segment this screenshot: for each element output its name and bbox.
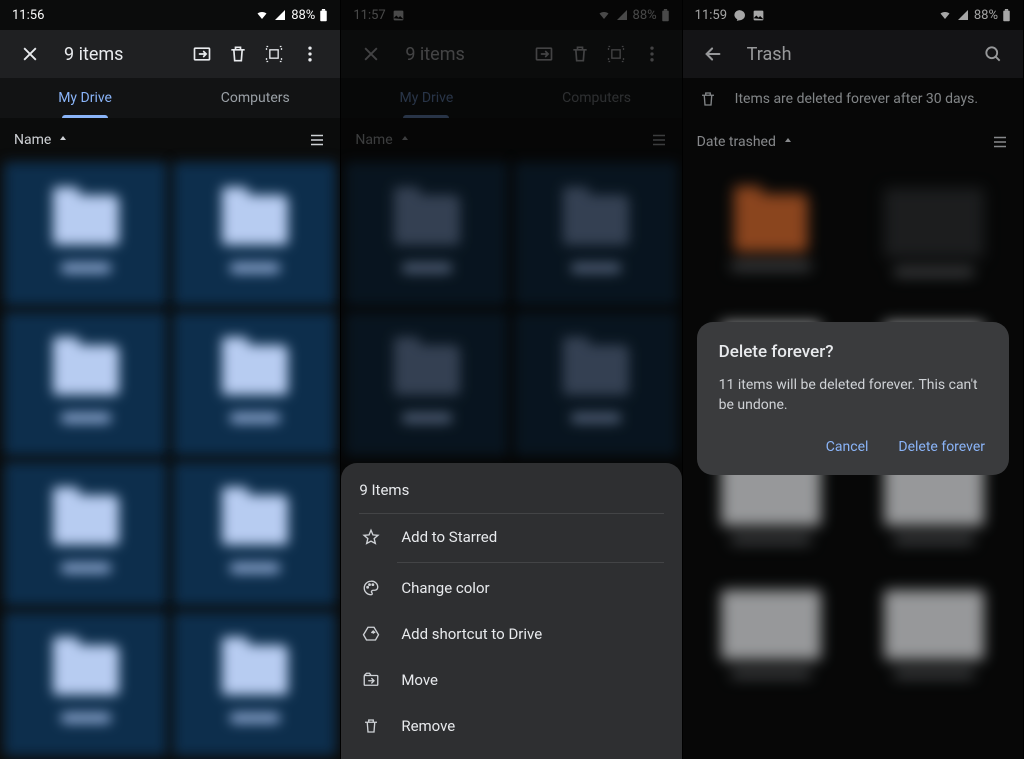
battery-icon	[319, 9, 328, 22]
folder-card[interactable]	[173, 162, 336, 306]
folder-card[interactable]	[345, 312, 508, 456]
folder-icon	[53, 195, 119, 245]
folder-card[interactable]	[4, 312, 167, 456]
divider	[397, 562, 663, 563]
folder-card[interactable]	[173, 612, 336, 756]
dialog-title: Delete forever?	[719, 342, 987, 362]
move-icon	[361, 671, 381, 689]
clock-text: 11:57	[353, 8, 385, 23]
sort-label: Name	[14, 132, 51, 148]
folder-card[interactable]	[173, 462, 336, 606]
folder-icon	[394, 345, 460, 395]
dialog-body: 11 items will be deleted forever. This c…	[719, 376, 987, 415]
wifi-icon	[597, 9, 611, 21]
file-grid	[0, 162, 340, 756]
arrow-up-icon	[57, 134, 69, 146]
folder-card[interactable]	[4, 612, 167, 756]
folder-icon	[563, 195, 629, 245]
folder-card[interactable]	[4, 162, 167, 306]
folder-icon	[563, 345, 629, 395]
sheet-move[interactable]: Move	[359, 657, 663, 703]
tab-my-drive[interactable]: My Drive	[0, 78, 170, 118]
delete-forever-dialog: Delete forever? 11 items will be deleted…	[697, 322, 1009, 475]
trash-icon	[361, 717, 381, 735]
folder-card[interactable]	[345, 162, 508, 306]
tab-computers[interactable]: Computers	[170, 78, 340, 118]
app-bar: 9 items	[341, 30, 681, 78]
sheet-add-starred[interactable]: Add to Starred	[359, 514, 663, 560]
battery-icon	[661, 9, 670, 22]
selection-count: 9 items	[64, 44, 184, 65]
tabs: My Drive Computers	[0, 78, 340, 118]
folder-icon	[222, 345, 288, 395]
sheet-item-label: Remove	[401, 717, 455, 735]
view-toggle[interactable]	[308, 131, 326, 149]
sort-bar: Name	[341, 118, 681, 162]
move-to-button[interactable]	[184, 36, 220, 72]
signal-icon	[615, 9, 629, 21]
folder-card[interactable]	[4, 462, 167, 606]
sheet-add-shortcut[interactable]: Add shortcut to Drive	[359, 611, 663, 657]
tab-computers[interactable]: Computers	[512, 78, 682, 118]
folder-card[interactable]	[514, 162, 677, 306]
battery-text: 88%	[633, 8, 657, 23]
close-button[interactable]	[353, 36, 389, 72]
folder-card[interactable]	[173, 312, 336, 456]
folder-icon	[53, 645, 119, 695]
more-button[interactable]	[292, 36, 328, 72]
sort-label: Name	[355, 132, 392, 148]
sort-bar: Name	[0, 118, 340, 162]
delete-button[interactable]	[220, 36, 256, 72]
delete-button[interactable]	[562, 36, 598, 72]
folder-icon	[222, 195, 288, 245]
star-icon	[361, 528, 381, 546]
folder-icon	[53, 345, 119, 395]
folder-icon	[53, 495, 119, 545]
move-to-button[interactable]	[526, 36, 562, 72]
bottom-sheet: 9 Items Add to Starred Change color Add …	[341, 463, 681, 759]
folder-icon	[222, 645, 288, 695]
app-bar: 9 items	[0, 30, 340, 78]
palette-icon	[361, 579, 381, 597]
sheet-title: 9 Items	[359, 481, 663, 514]
folder-card[interactable]	[514, 312, 677, 456]
sheet-remove[interactable]: Remove	[359, 703, 663, 749]
selection-count: 9 items	[405, 44, 525, 65]
clock-text: 11:56	[12, 8, 44, 23]
battery-text: 88%	[291, 8, 315, 23]
more-button[interactable]	[634, 36, 670, 72]
drive-shortcut-icon	[361, 625, 381, 643]
cancel-button[interactable]: Cancel	[824, 433, 871, 461]
sheet-item-label: Add to Starred	[401, 528, 497, 546]
delete-forever-button[interactable]: Delete forever	[896, 433, 987, 461]
sheet-change-color[interactable]: Change color	[359, 565, 663, 611]
sort-button[interactable]: Name	[355, 132, 410, 148]
wifi-icon	[255, 9, 269, 21]
close-button[interactable]	[12, 36, 48, 72]
tabs: My Drive Computers	[341, 78, 681, 118]
arrow-up-icon	[399, 134, 411, 146]
sheet-item-label: Add shortcut to Drive	[401, 625, 542, 643]
select-all-button[interactable]	[598, 36, 634, 72]
signal-icon	[273, 9, 287, 21]
select-all-button[interactable]	[256, 36, 292, 72]
file-grid	[341, 162, 681, 456]
status-bar: 11:56 88%	[0, 0, 340, 30]
tab-my-drive[interactable]: My Drive	[341, 78, 511, 118]
image-notification-icon	[392, 9, 405, 22]
sheet-item-label: Move	[401, 671, 438, 689]
folder-icon	[394, 195, 460, 245]
view-toggle[interactable]	[650, 131, 668, 149]
folder-icon	[222, 495, 288, 545]
status-bar: 11:57 88%	[341, 0, 681, 30]
sort-button[interactable]: Name	[14, 132, 69, 148]
sheet-item-label: Change color	[401, 579, 489, 597]
